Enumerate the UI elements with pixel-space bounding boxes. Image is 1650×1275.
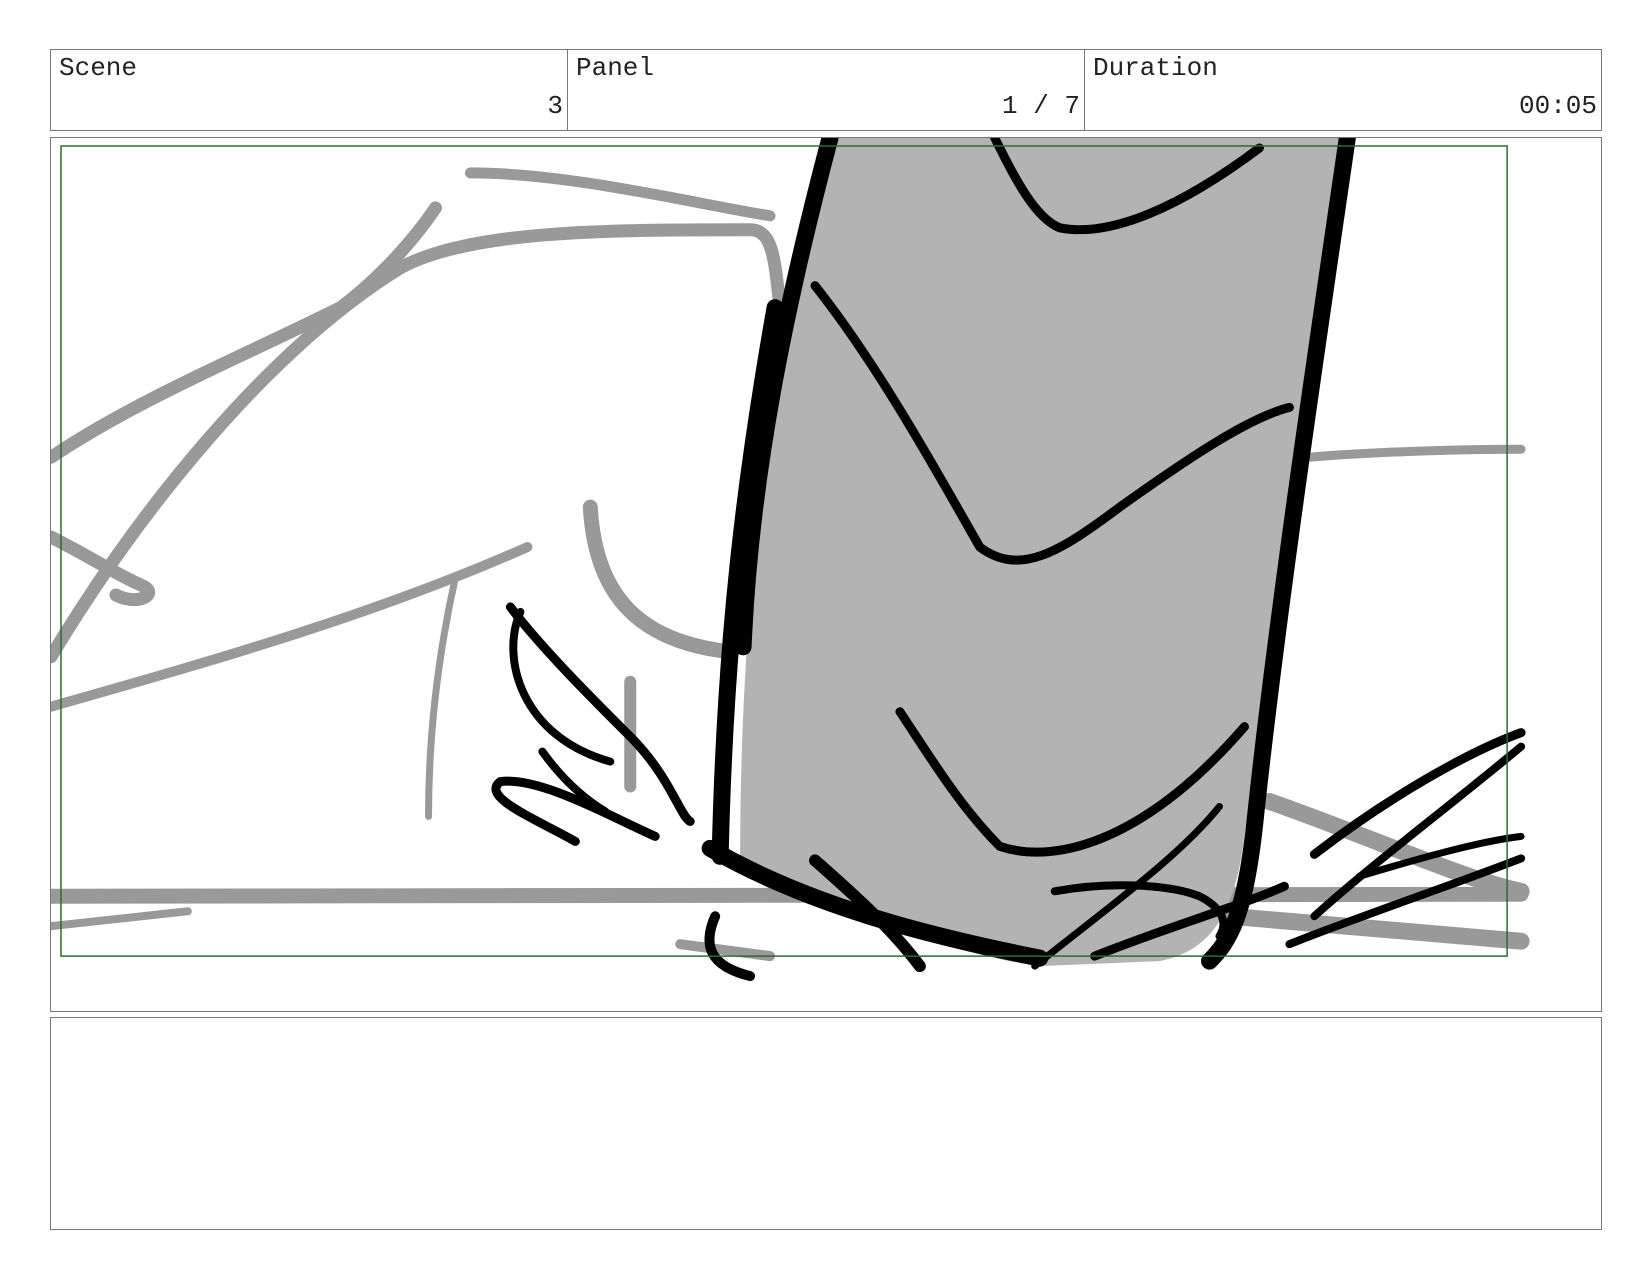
scene-cell: Scene 3 [51,50,567,130]
bg-stroke [51,201,442,464]
scene-label: Scene [59,53,138,83]
scene-number: 3 [547,91,563,121]
sketch-drawing [51,138,1530,982]
panel-cell: Panel 1 / 7 [567,50,1084,130]
duration-value: 00:05 [1518,91,1597,121]
bg-stroke [51,907,192,931]
bg-stroke [582,499,738,660]
outline-stroke [1309,728,1526,859]
duration-cell: Duration 00:05 [1084,50,1601,130]
duration-label: Duration [1093,53,1218,83]
panel-number: 1 / 7 [1001,91,1080,121]
bg-stroke [1304,444,1526,462]
bg-stroke [464,167,776,222]
notes-box[interactable] [50,1017,1602,1230]
panel-header: Scene 3 Panel 1 / 7 Duration 00:05 [50,49,1602,131]
panel-label: Panel [576,53,655,83]
bg-stroke [675,939,776,962]
bg-stroke [425,573,459,820]
storyboard-frame [50,137,1602,1012]
bg-stroke [1220,907,1530,950]
